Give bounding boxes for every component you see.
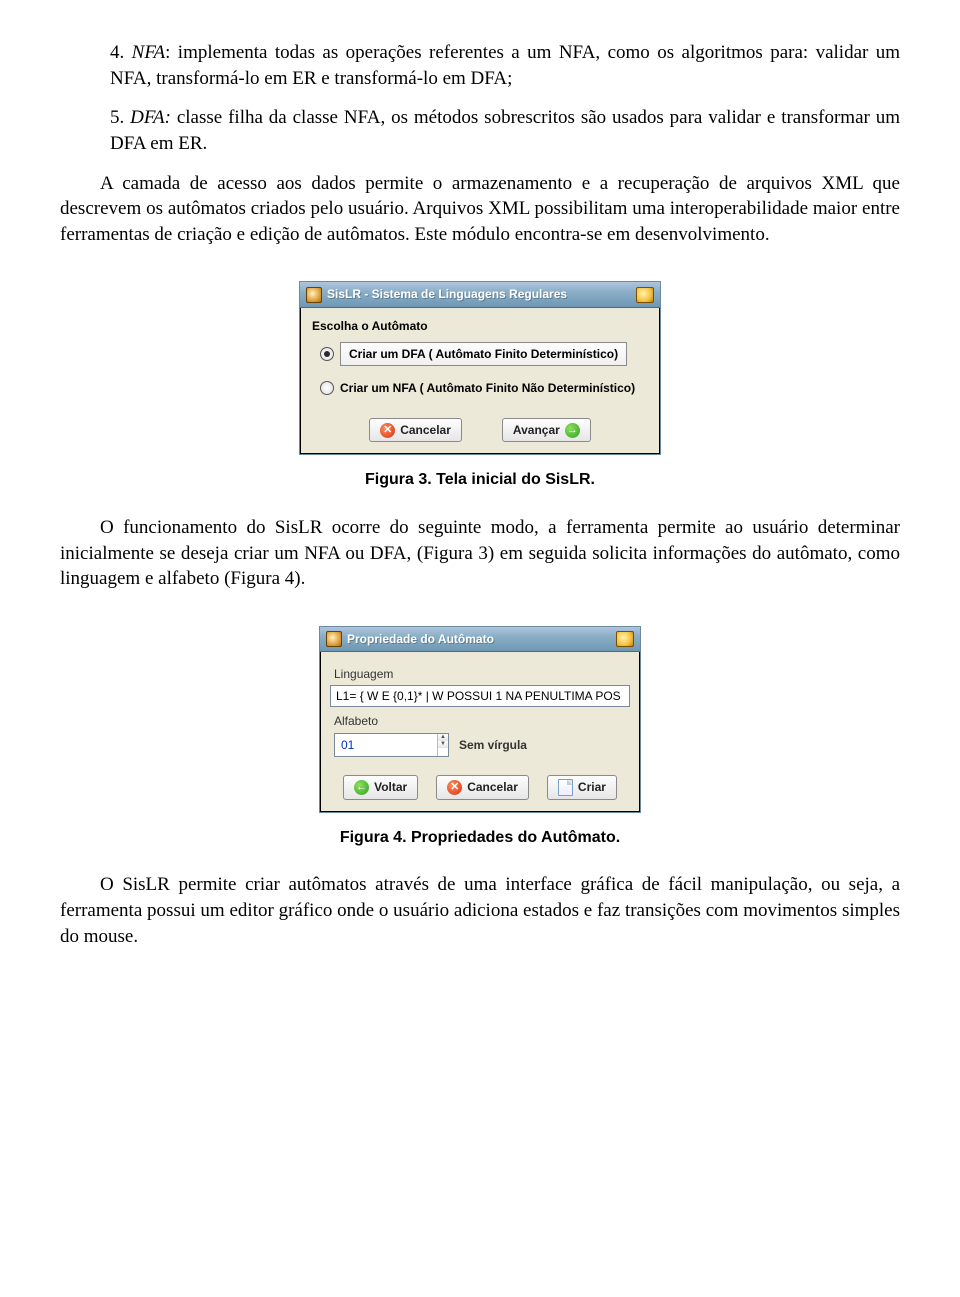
alphabet-spinner[interactable]: 01 ▲ ▼ [334, 733, 449, 757]
alphabet-note: Sem vírgula [459, 737, 527, 753]
dialog-titlebar[interactable]: Propriedade do Autômato [320, 627, 640, 652]
spinner-arrows[interactable]: ▲ ▼ [437, 734, 448, 756]
dialog-choose-automaton: SisLR - Sistema de Linguagens Regulares … [299, 281, 661, 455]
paragraph-function: O funcionamento do SisLR ocorre do segui… [60, 515, 900, 592]
arrow-left-icon: ← [354, 780, 369, 795]
paragraph-xml-layer: A camada de acesso aos dados permite o a… [60, 171, 900, 248]
language-label: Linguagem [334, 666, 626, 682]
cancel-button[interactable]: ✕ Cancelar [369, 418, 462, 442]
alphabet-value[interactable]: 01 [335, 734, 437, 756]
list-text: : implementa todas as operações referent… [110, 42, 900, 89]
figure-3-caption: Figura 3. Tela inicial do SisLR. [60, 469, 900, 491]
list-text: classe filha da classe NFA, os métodos s… [110, 107, 900, 154]
list-label-dfa: DFA: [130, 107, 171, 128]
button-label: Cancelar [400, 422, 451, 438]
radio-option-dfa[interactable]: Criar um DFA ( Autômato Finito Determiní… [320, 342, 640, 366]
button-label: Voltar [374, 779, 407, 795]
figure-4: Propriedade do Autômato Linguagem Alfabe… [60, 626, 900, 813]
list-number: 5. [110, 107, 124, 128]
radio-option-nfa[interactable]: Criar um NFA ( Autômato Finito Não Deter… [320, 380, 640, 396]
radio-icon[interactable] [320, 347, 334, 361]
list-item-4: 4. NFA: implementa todas as operações re… [110, 40, 900, 91]
alphabet-label: Alfabeto [334, 713, 626, 729]
button-row: ✕ Cancelar Avançar → [310, 418, 650, 442]
dialog-automaton-properties: Propriedade do Autômato Linguagem Alfabe… [319, 626, 641, 813]
button-label: Criar [578, 779, 606, 795]
create-button[interactable]: Criar [547, 775, 617, 800]
paragraph-editor: O SisLR permite criar autômatos através … [60, 872, 900, 949]
cancel-icon: ✕ [380, 423, 395, 438]
java-icon [326, 631, 342, 647]
dialog-title: Propriedade do Autômato [347, 631, 611, 647]
close-icon[interactable] [636, 287, 654, 303]
dialog-title: SisLR - Sistema de Linguagens Regulares [327, 286, 631, 302]
cancel-icon: ✕ [447, 780, 462, 795]
button-label: Cancelar [467, 779, 518, 795]
dialog-titlebar[interactable]: SisLR - Sistema de Linguagens Regulares [300, 282, 660, 307]
list-item-5: 5. DFA: classe filha da classe NFA, os m… [110, 105, 900, 156]
language-input[interactable] [330, 685, 630, 707]
group-title: Escolha o Autômato [312, 318, 648, 334]
list-number: 4. [110, 42, 124, 63]
dialog-body: Linguagem Alfabeto 01 ▲ ▼ Sem vírgula ← … [320, 652, 640, 812]
radio-icon[interactable] [320, 381, 334, 395]
chevron-down-icon[interactable]: ▼ [438, 741, 448, 748]
radio-label-dfa: Criar um DFA ( Autômato Finito Determiní… [340, 342, 627, 366]
figure-3: SisLR - Sistema de Linguagens Regulares … [60, 281, 900, 455]
radio-label-nfa: Criar um NFA ( Autômato Finito Não Deter… [340, 380, 635, 396]
forward-button[interactable]: Avançar → [502, 418, 591, 442]
back-button[interactable]: ← Voltar [343, 775, 418, 800]
button-row: ← Voltar ✕ Cancelar Criar [330, 775, 630, 800]
button-label: Avançar [513, 422, 560, 438]
new-file-icon [558, 779, 573, 796]
list-label-nfa: NFA [132, 42, 165, 63]
close-icon[interactable] [616, 631, 634, 647]
java-icon [306, 287, 322, 303]
alphabet-row: 01 ▲ ▼ Sem vírgula [334, 733, 626, 757]
chevron-up-icon[interactable]: ▲ [438, 734, 448, 741]
dialog-body: Escolha o Autômato Criar um DFA ( Autôma… [300, 308, 660, 455]
figure-4-caption: Figura 4. Propriedades do Autômato. [60, 827, 900, 849]
arrow-right-icon: → [565, 423, 580, 438]
cancel-button[interactable]: ✕ Cancelar [436, 775, 529, 800]
